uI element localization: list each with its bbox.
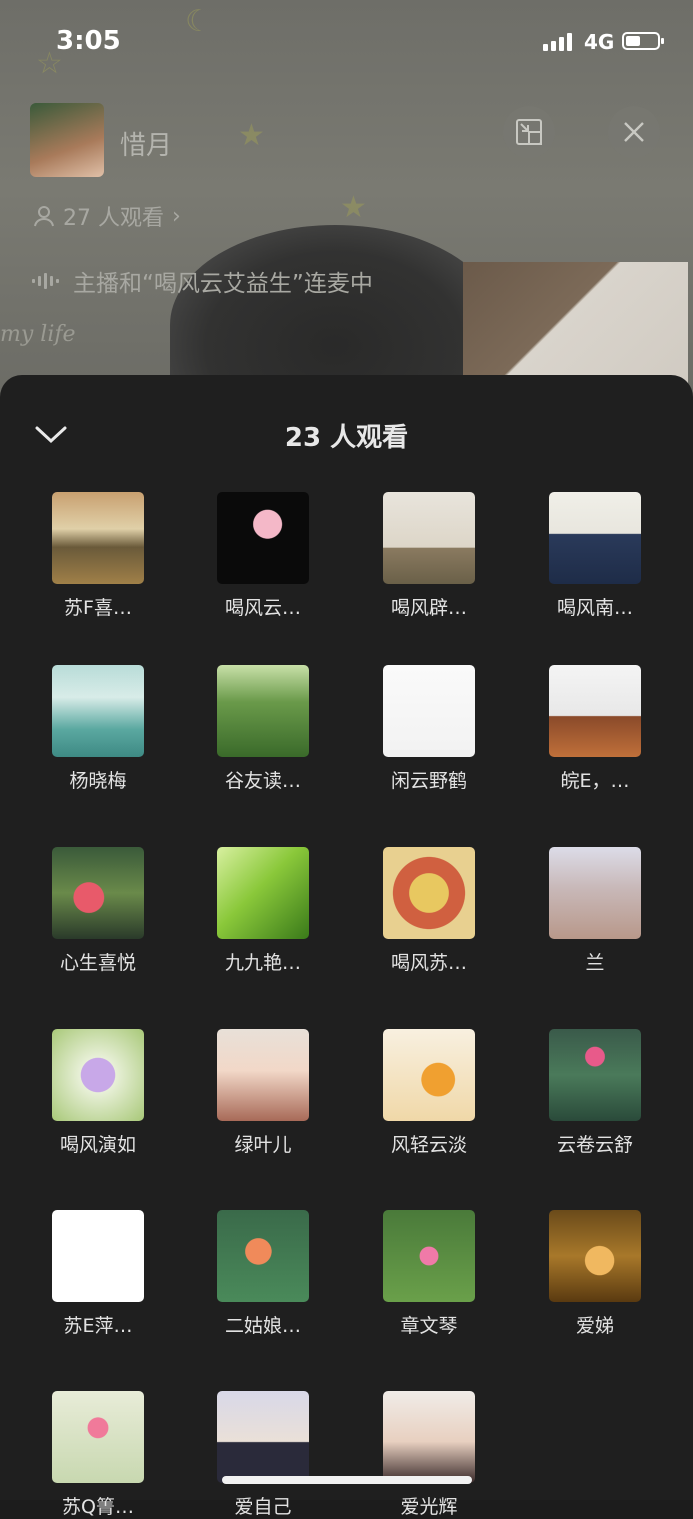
audience-name: 兰: [585, 952, 605, 974]
audience-name: 爱娣: [575, 1315, 614, 1337]
audience-avatar[interactable]: [217, 1029, 309, 1121]
audience-name: 杨晓梅: [69, 770, 127, 792]
sheet-title: 23 人观看: [284, 423, 409, 453]
audience-avatar[interactable]: [217, 492, 309, 584]
audience-name: 云卷云舒: [556, 1134, 633, 1156]
audio-wave-icon: [32, 273, 59, 289]
home-indicator: [222, 1476, 472, 1484]
audience-name: 爱自己: [234, 1496, 292, 1518]
viewer-count-text: 27 人观看: [63, 206, 164, 231]
mic-status-text: 主播和“喝风云艾益生”连麦中: [73, 271, 373, 297]
audience-avatar[interactable]: [52, 1391, 144, 1483]
audience-name: 喝风辟…: [390, 597, 467, 619]
audience-name: 闲云野鹤: [390, 770, 467, 792]
host-name: 惜月: [120, 131, 173, 161]
audience-member[interactable]: 喝风演如: [28, 1029, 168, 1157]
status-bar: 3:05 4G: [0, 0, 693, 86]
audience-member[interactable]: 兰: [525, 847, 665, 975]
audience-avatar[interactable]: [217, 665, 309, 757]
audience-member[interactable]: 杨晓梅: [28, 665, 168, 793]
audience-member[interactable]: 风轻云淡: [359, 1029, 499, 1157]
viewer-count-link[interactable]: 27 人观看 ›: [33, 200, 181, 232]
chevron-right-icon: ›: [172, 203, 181, 229]
audience-avatar[interactable]: [217, 847, 309, 939]
audience-name: 心生喜悦: [59, 952, 136, 974]
close-button[interactable]: [608, 106, 660, 158]
audience-member[interactable]: 谷友读…: [193, 665, 333, 793]
audience-member[interactable]: 苏E萍…: [28, 1210, 168, 1338]
audience-member[interactable]: 心生喜悦: [28, 847, 168, 975]
audience-avatar[interactable]: [383, 1210, 475, 1302]
audience-member[interactable]: 喝风云…: [193, 492, 333, 620]
audience-name: 皖E，…: [560, 770, 630, 792]
audience-avatar[interactable]: [52, 1210, 144, 1302]
audience-name: 喝风南…: [556, 597, 633, 619]
audience-name: 九九艳…: [224, 952, 301, 974]
close-icon: [624, 122, 644, 142]
audience-avatar[interactable]: [549, 1029, 641, 1121]
audience-name: 章文琴: [400, 1315, 458, 1337]
minimize-window-button[interactable]: [503, 106, 555, 158]
person-icon: [34, 206, 54, 227]
audience-name: 苏Q箐…: [62, 1496, 134, 1518]
audience-sheet: 23 人观看 苏F喜… 喝风云… 喝风辟… 喝风南… 杨晓梅 谷友读… 闲云野鹤 皖E，… 心生…: [0, 375, 693, 1518]
audience-member[interactable]: 喝风南…: [525, 492, 665, 620]
audience-avatar[interactable]: [549, 492, 641, 584]
audience-name: 苏E萍…: [63, 1315, 133, 1337]
audience-name: 绿叶儿: [234, 1134, 292, 1156]
audience-name: 风轻云淡: [390, 1134, 467, 1156]
audience-member[interactable]: 二姑娘…: [193, 1210, 333, 1338]
audience-member[interactable]: 九九艳…: [193, 847, 333, 975]
audience-name: 喝风苏…: [390, 952, 467, 974]
audience-member[interactable]: 绿叶儿: [193, 1029, 333, 1157]
audience-avatar[interactable]: [52, 847, 144, 939]
network-type: 4G: [584, 30, 615, 54]
star-decoration: ★: [340, 190, 367, 225]
audience-name: 喝风云…: [224, 597, 301, 619]
audience-member[interactable]: 皖E，…: [525, 665, 665, 793]
audience-member[interactable]: 喝风苏…: [359, 847, 499, 975]
audience-member[interactable]: 喝风辟…: [359, 492, 499, 620]
audience-avatar[interactable]: [383, 1029, 475, 1121]
audience-member[interactable]: 爱娣: [525, 1210, 665, 1338]
wall-text: my life: [0, 322, 76, 347]
audience-avatar[interactable]: [549, 847, 641, 939]
audience-avatar[interactable]: [52, 1029, 144, 1121]
signal-icon: [543, 33, 572, 51]
audience-name: 喝风演如: [59, 1134, 136, 1156]
audience-name: 爱光辉: [400, 1496, 458, 1518]
audience-avatar[interactable]: [217, 1391, 309, 1483]
audience-member[interactable]: 章文琴: [359, 1210, 499, 1338]
star-decoration: ★: [238, 118, 265, 153]
audience-avatar[interactable]: [52, 492, 144, 584]
audience-avatar[interactable]: [383, 847, 475, 939]
audience-avatar[interactable]: [217, 1210, 309, 1302]
audience-avatar[interactable]: [383, 665, 475, 757]
audience-member[interactable]: 闲云野鹤: [359, 665, 499, 793]
audience-avatar[interactable]: [383, 1391, 475, 1483]
mic-status: 主播和“喝风云艾益生”连麦中: [32, 264, 373, 298]
audience-name: 谷友读…: [224, 770, 301, 792]
audience-avatar[interactable]: [383, 492, 475, 584]
pip-minimize-icon: [516, 119, 542, 145]
host-avatar[interactable]: [30, 103, 104, 177]
host-info[interactable]: 惜月: [30, 103, 172, 177]
status-time: 3:05: [56, 26, 121, 56]
audience-avatar[interactable]: [52, 665, 144, 757]
audience-name: 二姑娘…: [224, 1315, 301, 1337]
audience-name: 苏F喜…: [64, 597, 132, 619]
battery-icon: [622, 32, 664, 50]
audience-member[interactable]: 苏F喜…: [28, 492, 168, 620]
audience-member[interactable]: 云卷云舒: [525, 1029, 665, 1157]
audience-avatar[interactable]: [549, 665, 641, 757]
audience-avatar[interactable]: [549, 1210, 641, 1302]
